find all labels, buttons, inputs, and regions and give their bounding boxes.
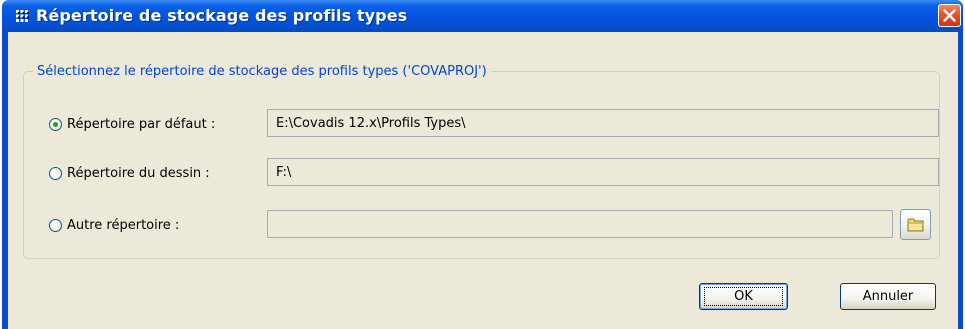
close-button[interactable]	[938, 4, 961, 27]
radio-other-directory[interactable]: Autre répertoire :	[49, 215, 179, 235]
focus-rectangle	[704, 287, 783, 306]
window-frame-right	[958, 32, 963, 329]
radio-button[interactable]	[49, 218, 62, 232]
radio-label-drawing: Répertoire du dessin :	[67, 165, 210, 181]
title-bar[interactable]: Répertoire de stockage des profils types	[2, 0, 963, 32]
radio-button[interactable]	[49, 166, 62, 180]
radio-label-other: Autre répertoire :	[67, 217, 180, 233]
dialog-window: Répertoire de stockage des profils types…	[2, 0, 963, 329]
browse-folder-button[interactable]	[900, 209, 931, 240]
groupbox-legend: Sélectionnez le répertoire de stockage d…	[33, 64, 491, 79]
radio-drawing-directory[interactable]: Répertoire du dessin :	[49, 163, 210, 183]
folder-icon	[907, 218, 924, 232]
dialog-client-area: Sélectionnez le répertoire de stockage d…	[8, 32, 958, 329]
radio-label-default: Répertoire par défaut :	[67, 116, 216, 132]
cancel-button-label: Annuler	[862, 289, 914, 304]
ok-button[interactable]: OK	[699, 283, 788, 310]
close-icon	[943, 9, 956, 22]
radio-default-directory[interactable]: Répertoire par défaut :	[49, 114, 215, 134]
radio-button-checked[interactable]	[49, 117, 62, 131]
other-directory-field[interactable]	[267, 210, 893, 238]
cancel-button[interactable]: Annuler	[840, 283, 936, 310]
window-title: Répertoire de stockage des profils types	[36, 6, 408, 25]
drawing-directory-field: F:\	[267, 158, 939, 186]
default-directory-field: E:\Covadis 12.x\Profils Types\	[267, 109, 939, 137]
grid-app-icon	[16, 10, 29, 22]
